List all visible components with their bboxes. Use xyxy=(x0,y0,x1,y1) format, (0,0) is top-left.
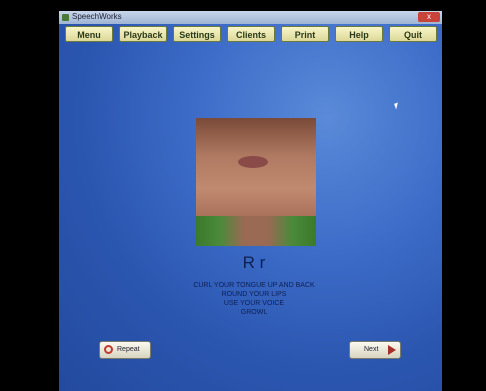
app-icon xyxy=(62,14,69,21)
instruction-line: GROWL xyxy=(240,309,268,316)
app-window: SpeechWorks x Menu Playback Settings Cli… xyxy=(59,11,442,391)
lips xyxy=(238,156,268,168)
clients-button[interactable]: Clients xyxy=(227,26,275,42)
title-bar: SpeechWorks x xyxy=(59,11,442,24)
mouth-video xyxy=(196,118,316,246)
sound-letter: R r xyxy=(242,253,266,272)
next-arrow-icon xyxy=(388,345,396,355)
repeat-icon xyxy=(104,345,113,354)
menu-bar: Menu Playback Settings Clients Print Hel… xyxy=(65,26,437,42)
repeat-button[interactable]: Repeat xyxy=(99,341,151,359)
menu-button[interactable]: Menu xyxy=(65,26,113,42)
repeat-label: Repeat xyxy=(117,346,140,353)
instruction-line: ROUND YOUR LIPS xyxy=(221,291,287,298)
instruction-line: USE YOUR VOICE xyxy=(223,300,285,307)
window-title: SpeechWorks xyxy=(72,12,122,21)
quit-button[interactable]: Quit xyxy=(389,26,437,42)
instruction-line: CURL YOUR TONGUE UP AND BACK xyxy=(193,282,315,289)
help-button[interactable]: Help xyxy=(335,26,383,42)
neck xyxy=(196,216,316,246)
next-button[interactable]: Next xyxy=(349,341,401,359)
next-label: Next xyxy=(364,346,379,353)
close-icon[interactable]: x xyxy=(418,12,440,22)
mouse-cursor-icon xyxy=(394,102,400,110)
playback-button[interactable]: Playback xyxy=(119,26,167,42)
print-button[interactable]: Print xyxy=(281,26,329,42)
settings-button[interactable]: Settings xyxy=(173,26,221,42)
instruction-list: CURL YOUR TONGUE UP AND BACK ROUND YOUR … xyxy=(169,281,339,317)
